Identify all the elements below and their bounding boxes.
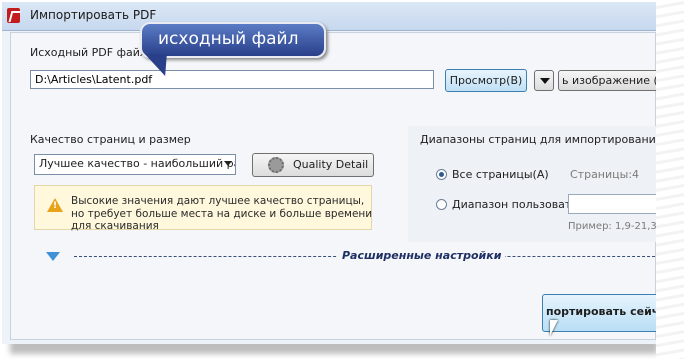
callout-text: исходный файл	[158, 29, 299, 49]
quality-group-label: Качество страниц и размер	[30, 133, 191, 146]
import-dialog: Импортировать PDF Исходный PDF файл Прос…	[2, 2, 659, 344]
custom-range-label[interactable]: Диапазон пользовател	[452, 198, 585, 211]
advanced-settings-toggle[interactable]: Расширенные настройки	[338, 249, 506, 262]
quality-select[interactable]: Лучшее качество - наибольший ра	[34, 154, 236, 175]
all-pages-radio[interactable]	[436, 169, 447, 180]
chevron-down-icon	[224, 161, 232, 166]
warning-line-3: для скачивания	[71, 220, 159, 232]
ranges-group-label: Диапазоны страниц для импортирования	[420, 133, 659, 146]
browse-button[interactable]: Просмотр(B)	[445, 69, 527, 92]
extract-images-button[interactable]: ь изображение (из	[558, 70, 658, 91]
callout-bubble: исходный файл	[140, 22, 326, 58]
title-bar: Импортировать PDF	[2, 2, 658, 31]
quality-warning: ! Высокие значения дают лучшее качество …	[34, 185, 373, 232]
window-title: Импортировать PDF	[30, 8, 157, 22]
mouse-cursor-icon	[550, 320, 558, 336]
quality-select-value: Лучшее качество - наибольший ра	[39, 157, 236, 170]
custom-range-radio[interactable]	[436, 199, 447, 210]
chevron-down-icon	[540, 78, 550, 84]
custom-range-input[interactable]	[568, 194, 658, 214]
options-dropdown-button[interactable]	[534, 70, 554, 91]
range-example: Пример: 1,9-21,30	[568, 221, 659, 232]
quality-detail-label: Quality Detail	[293, 158, 369, 171]
gear-icon	[268, 157, 284, 173]
source-file-label: Исходный PDF файл	[30, 46, 147, 59]
warning-line-1: Высокие значения дают лучшее качество ст…	[71, 195, 365, 207]
warning-icon: !	[47, 198, 63, 212]
expand-triangle-icon[interactable]	[46, 252, 60, 261]
quality-detail-button[interactable]: Quality Detail	[252, 153, 374, 177]
pdf-app-icon	[7, 8, 20, 23]
source-path-input[interactable]	[30, 70, 434, 89]
all-pages-label[interactable]: Все страницы(A)	[452, 168, 549, 181]
torn-edge	[656, 0, 684, 359]
page-count-label: Страницы:4	[570, 168, 640, 181]
import-button[interactable]: портировать сейча	[542, 294, 658, 332]
warning-line-2: но требует больше места на диске и больш…	[71, 208, 373, 220]
